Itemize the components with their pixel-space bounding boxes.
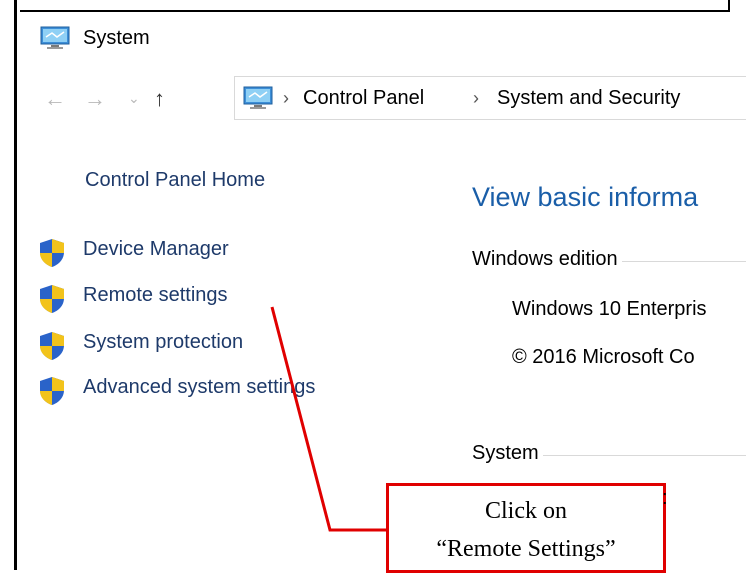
callout-line-1: Click on [485, 498, 567, 524]
callout-line-2: “Remote Settings” [436, 536, 616, 562]
annotation-callout: Click on “Remote Settings” [386, 483, 666, 573]
system-partial-text: : [662, 487, 668, 509]
